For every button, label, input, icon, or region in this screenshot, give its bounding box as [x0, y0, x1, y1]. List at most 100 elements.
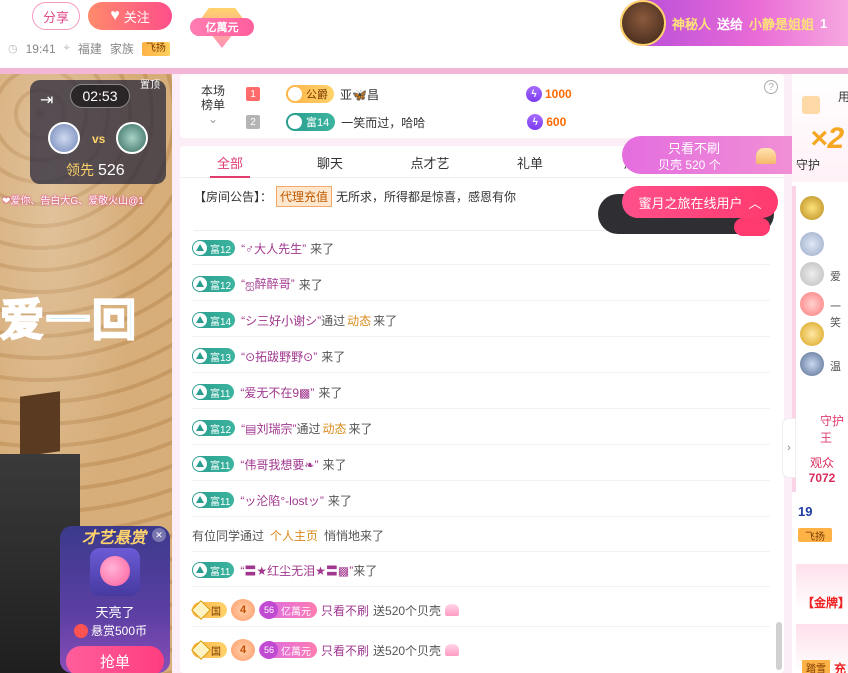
float-gift: 贝壳 520 个	[658, 158, 721, 172]
tab-chat[interactable]: 聊天	[280, 146, 380, 178]
rich-badge: 56 亿萬元	[259, 601, 317, 619]
avatar[interactable]	[800, 352, 824, 376]
family-tag[interactable]: 飞扬	[141, 41, 170, 56]
chat-message: 富11 “〓★红尘无泪★〓▩” 来了	[192, 559, 771, 587]
avatar[interactable]	[800, 232, 824, 256]
gold-medal-entry[interactable]: 【金牌】	[796, 564, 848, 610]
viewer-entry[interactable]: 19	[798, 504, 812, 519]
chat-scrollbar[interactable]	[776, 622, 782, 670]
tree-icon	[193, 563, 207, 577]
chat-message: 富14 “シ三好小谢シ” 通过 动态 来了	[192, 309, 771, 337]
profile-link[interactable]: 个人主页	[270, 527, 318, 544]
guard-entry-name: 充	[834, 662, 847, 673]
guard-name: 温	[830, 361, 841, 373]
source-link[interactable]: 动态	[322, 420, 346, 437]
live-video[interactable]: 爱一回 置顶 ⇥ 02:53 vs 领先 526 ❤爱你、告白大G、爱敬火山@1 …	[0, 74, 172, 673]
shell-icon	[756, 148, 776, 164]
user-name[interactable]: “⊙拓跋野野⊙”	[241, 348, 317, 365]
follow-label: 关注	[123, 9, 150, 25]
use-label: 用	[838, 90, 848, 104]
tab-all[interactable]: 全部	[180, 146, 280, 178]
rank-user-name: 一笑而过，哈哈	[341, 115, 426, 130]
noble-text: 国	[211, 646, 221, 658]
session-rank-panel: 本场榜单 ⌄ ? 1 公爵 亚🦋昌 ϟ 1000 2 富14 一笑而过，哈哈 ϟ…	[180, 74, 784, 138]
clock-icon: ◷	[8, 43, 18, 55]
avatar[interactable]	[800, 262, 824, 286]
rank-row-2[interactable]: 2 富14 一笑而过，哈哈 ϟ 600	[246, 112, 766, 132]
user-name[interactable]: 只看不刷	[321, 642, 369, 659]
user-name[interactable]: “伟哥我想要❧”	[240, 456, 318, 473]
rank-toggle[interactable]: 本场榜单 ⌄	[198, 84, 228, 126]
user-name[interactable]: “ッ沦陷°-lostッ”	[240, 492, 323, 509]
enter-text: 来了	[310, 241, 335, 256]
online-users-button[interactable]: 蜜月之旅在线用户 ︿	[622, 186, 778, 218]
guard-label: 守护	[796, 158, 821, 172]
rank-row-1[interactable]: 1 公爵 亚🦋昌 ϟ 1000	[246, 84, 766, 104]
avatar[interactable]	[800, 322, 824, 346]
pk-avatar-right[interactable]	[116, 122, 148, 154]
share-button[interactable]: 分享	[32, 2, 80, 30]
source-link[interactable]: 动态	[347, 312, 371, 329]
reward-amount-text: 悬赏500币	[91, 624, 148, 638]
gift-broadcast-banner[interactable]: 神秘人 送给 小静是姐姐 1	[620, 0, 848, 46]
tab-gift-list[interactable]: 礼单	[480, 146, 580, 178]
gift-text: 送520个贝壳	[373, 643, 442, 658]
viewers-count[interactable]: 观众 7072	[792, 448, 848, 492]
user-name[interactable]: “〓★红尘无泪★〓▩”	[240, 562, 353, 579]
guard-king-avatar[interactable]	[800, 196, 824, 220]
exit-icon[interactable]: ⇥	[40, 90, 53, 110]
user-name[interactable]: 只看不刷	[321, 602, 369, 619]
pk-avatar-left[interactable]	[48, 122, 80, 154]
rich-level-label: 富14	[306, 117, 330, 129]
rich-level-tag: 富14	[286, 113, 336, 131]
rank-score: ϟ 1000	[526, 86, 572, 102]
chevron-right-icon[interactable]: ›	[782, 418, 796, 478]
level-text: 富12	[210, 424, 232, 436]
gold-medal-label: 【金牌】	[802, 596, 848, 610]
family-tag: 飞扬	[798, 528, 832, 543]
user-name[interactable]: “シ三好小谢シ”	[241, 312, 321, 329]
meta-row: ◷ 19:41 ⌖ 福建 家族 飞扬	[8, 40, 170, 57]
enter-text: 来了	[353, 563, 378, 578]
help-icon[interactable]: ?	[764, 80, 778, 94]
rank-user-name: 亚🦋昌	[340, 87, 379, 102]
chat-message: 富12 “▤刘瑞宗” 通过 动态 来了	[192, 417, 769, 445]
avatar[interactable]	[800, 292, 824, 316]
guard-promo[interactable]: 用 ×2 守护	[792, 74, 848, 182]
tree-icon	[193, 241, 207, 255]
rich-level-tag: 富12	[192, 420, 236, 436]
rich-level-tag: 富12	[192, 276, 236, 292]
level-text: 富11	[210, 460, 231, 472]
task-icon	[802, 96, 820, 114]
pk-vs: vs	[92, 132, 106, 146]
agent-recharge-tag[interactable]: 代理充值	[276, 186, 333, 207]
close-icon[interactable]: ✕	[152, 528, 166, 542]
fan-level-badge: 4	[231, 639, 255, 661]
enter-text: 来了	[327, 493, 352, 508]
grab-order-button[interactable]: 抢单	[66, 646, 164, 673]
banner-receiver: 小静是姐姐	[749, 16, 815, 32]
noble-badge: 公爵	[286, 85, 334, 103]
user-name[interactable]: “爱无不在9▩”	[240, 384, 314, 401]
system-tail: 悄悄地来了	[324, 528, 385, 543]
noble-text: 国	[211, 606, 221, 618]
video-overlay-text: 爱一回	[0, 295, 138, 346]
viewers-number: 7072	[808, 471, 836, 485]
diamond-icon	[191, 640, 211, 660]
system-prefix: 有位同学通过	[192, 528, 265, 543]
family-label: 家族	[109, 42, 134, 56]
guard-entry[interactable]: 踏雪 充	[796, 624, 848, 673]
shell-icon	[445, 644, 460, 656]
pk-names: ❤爱你、告白大G、爱敬火山@1	[2, 196, 144, 207]
diamond-icon	[191, 600, 211, 620]
user-name[interactable]: “▤刘瑞宗”	[241, 420, 296, 437]
follow-button[interactable]: ♥ 关注	[88, 2, 172, 30]
user-name[interactable]: “ஐ醉醉哥”	[241, 275, 295, 293]
sender-avatar	[620, 0, 666, 46]
user-name[interactable]: “♂大人先生”	[241, 240, 306, 257]
notice-text: 无所求，所得都是惊喜，感恩有你	[336, 190, 517, 204]
tab-talent[interactable]: 点才艺	[380, 146, 480, 178]
guard-king-label[interactable]: 守护王	[820, 412, 848, 446]
rich-text: 亿萬元	[281, 646, 311, 658]
banner-action: 送给	[717, 16, 744, 32]
